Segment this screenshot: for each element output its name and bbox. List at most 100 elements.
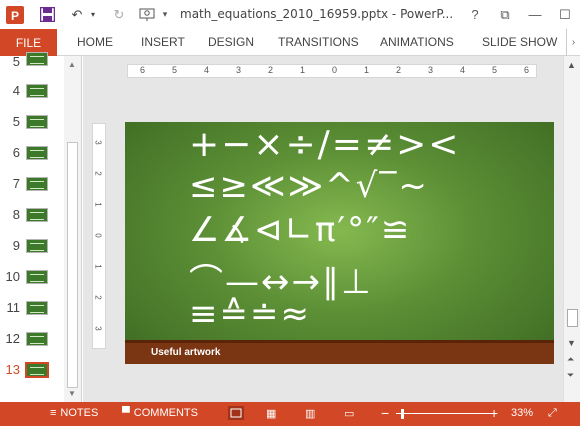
slide-thumbnail-pane: 5 4 5 6 7 8 9 10 11 12 13 ▲ ▼ — [0, 52, 82, 402]
ruler-tick: 1 — [93, 202, 103, 207]
tab-animations[interactable]: ANIMATIONS — [380, 35, 454, 49]
thumbnail-scrollbar[interactable]: ▲ ▼ — [64, 56, 81, 402]
ruler-tick: 0 — [93, 233, 103, 238]
fit-to-window-icon: ⤢ — [548, 407, 557, 419]
ruler-tick: 2 — [93, 295, 103, 300]
thumbnail-slide[interactable]: 8 — [0, 207, 64, 229]
thumbnail-image — [26, 270, 48, 284]
ruler-tick: 3 — [93, 140, 103, 145]
ruler-tick: 2 — [268, 65, 274, 75]
zoom-out-button[interactable]: − — [381, 405, 389, 421]
notes-button[interactable]: ≡ NOTES — [50, 407, 98, 419]
thumbnail-slide[interactable]: 5 — [0, 52, 64, 78]
ruler-tick: 2 — [93, 171, 103, 176]
window-title: math_equations_2010_16959.pptx - PowerP.… — [180, 7, 454, 21]
scroll-down-icon[interactable]: ▼ — [68, 389, 76, 398]
start-from-beginning-icon[interactable] — [136, 4, 158, 26]
ruler-tick: 6 — [140, 65, 146, 75]
redo-icon[interactable]: ↻ — [108, 4, 130, 26]
ruler-tick: 3 — [93, 326, 103, 331]
thumbnail-image — [26, 239, 48, 253]
thumbnail-slide[interactable]: 10 — [0, 269, 64, 291]
comment-icon: ▀ — [122, 407, 130, 419]
status-bar: ≡ NOTES ▀ COMMENTS ▦ ▥ ▭ − + 33% ⤢ — [0, 402, 580, 426]
scroll-up-icon[interactable]: ▲ — [567, 60, 576, 70]
zoom-slider[interactable] — [396, 413, 492, 414]
notes-label: NOTES — [60, 407, 99, 419]
thumbnail-number: 9 — [12, 238, 20, 253]
slide-sorter-button[interactable]: ▦ — [266, 407, 276, 420]
ruler-tick: 5 — [172, 65, 178, 75]
math-symbols-row-2: ≤≥≪≫^√‾~ — [189, 166, 429, 206]
ruler-tick: 0 — [332, 65, 338, 75]
ruler-tick: 1 — [364, 65, 370, 75]
ribbon-scroll-right-icon[interactable]: › — [566, 29, 580, 56]
maximize-icon[interactable]: ☐ — [550, 0, 580, 29]
reading-view-button[interactable]: ▥ — [305, 407, 315, 420]
save-icon[interactable] — [36, 4, 58, 26]
thumbnail-image — [26, 115, 48, 129]
tab-insert[interactable]: INSERT — [141, 35, 185, 49]
thumbnail-image — [26, 84, 48, 98]
previous-slide-icon[interactable]: ⏶ — [567, 354, 574, 365]
title-bar: P ↶ ▾ ↻ ▾ math_equations_2010_16959.pptx… — [0, 0, 580, 29]
fit-slide-button[interactable]: ⤢ — [548, 407, 557, 420]
minimize-icon[interactable]: — — [520, 0, 550, 29]
thumbnail-slide[interactable]: 12 — [0, 331, 64, 353]
thumbnail-slide[interactable]: 7 — [0, 176, 64, 198]
tab-home[interactable]: HOME — [77, 35, 113, 49]
thumbnail-slide[interactable]: 5 — [0, 114, 64, 136]
thumbnail-slide[interactable]: 4 — [0, 83, 64, 105]
powerpoint-icon[interactable]: P — [4, 4, 26, 26]
scrollbar-thumb[interactable] — [567, 309, 578, 327]
thumbnail-slide[interactable]: 11 — [0, 300, 64, 322]
scroll-up-icon[interactable]: ▲ — [68, 60, 76, 69]
thumbnail-image — [26, 52, 48, 66]
thumbnail-number: 4 — [12, 83, 20, 98]
thumbnail-slide-active[interactable]: 13 — [0, 362, 64, 384]
ruler-tick: 1 — [300, 65, 306, 75]
ribbon-display-icon[interactable]: ⧉ — [490, 0, 520, 29]
thumbnail-number: 12 — [5, 331, 20, 346]
tab-slide-show[interactable]: SLIDE SHOW — [482, 35, 557, 49]
slide-show-button[interactable]: ▭ — [344, 407, 354, 420]
normal-view-button[interactable] — [228, 406, 244, 420]
slide-canvas[interactable]: +−×÷/=≠>< ≤≥≪≫^√‾~ ∠∡⊲∟π′°″≌ ⌒—↔→∥⊥ ≡≙≐≈… — [125, 122, 554, 364]
ruler-tick: 2 — [396, 65, 402, 75]
thumbnail-image — [26, 301, 48, 315]
comments-button[interactable]: ▀ COMMENTS — [122, 407, 198, 419]
thumbnail-slide[interactable]: 9 — [0, 238, 64, 260]
thumbnail-image — [25, 362, 49, 378]
slide-show-icon: ▭ — [344, 408, 355, 420]
thumbnail-number: 8 — [12, 207, 20, 222]
svg-text:P: P — [11, 9, 19, 23]
thumbnail-number: 5 — [12, 54, 20, 69]
ruler-tick: 4 — [460, 65, 466, 75]
customize-qat-icon[interactable]: ▾ — [158, 4, 172, 26]
next-slide-icon[interactable]: ⏷ — [567, 370, 574, 381]
notes-icon: ≡ — [50, 407, 57, 419]
thumbnail-image — [26, 146, 48, 160]
math-symbols-row-5: ≡≙≐≈ — [189, 294, 311, 334]
ruler-tick: 4 — [204, 65, 210, 75]
zoom-slider-thumb[interactable] — [401, 409, 404, 419]
ruler-tick: 6 — [524, 65, 530, 75]
thumbnail-number: 11 — [6, 300, 21, 315]
ruler-tick: 1 — [93, 264, 103, 269]
ruler-tick: 3 — [428, 65, 434, 75]
thumbnail-number: 5 — [12, 114, 20, 129]
reading-view-icon: ▥ — [305, 408, 316, 420]
zoom-in-button[interactable]: + — [490, 405, 498, 421]
help-icon[interactable]: ? — [460, 0, 490, 29]
scroll-down-icon[interactable]: ▼ — [567, 338, 576, 348]
tab-transitions[interactable]: TRANSITIONS — [278, 35, 359, 49]
editor-scrollbar[interactable]: ▲ ▼ ⏶ ⏷ — [563, 56, 580, 402]
undo-dropdown-icon[interactable]: ▾ — [88, 4, 98, 26]
undo-icon[interactable]: ↶ — [66, 4, 88, 26]
slide-sorter-icon: ▦ — [266, 408, 277, 420]
quick-access-toolbar: P ↶ ▾ ↻ ▾ — [0, 0, 172, 29]
tab-design[interactable]: DESIGN — [208, 35, 254, 49]
zoom-level[interactable]: 33% — [511, 407, 533, 419]
scrollbar-thumb[interactable] — [67, 142, 78, 388]
thumbnail-slide[interactable]: 6 — [0, 145, 64, 167]
